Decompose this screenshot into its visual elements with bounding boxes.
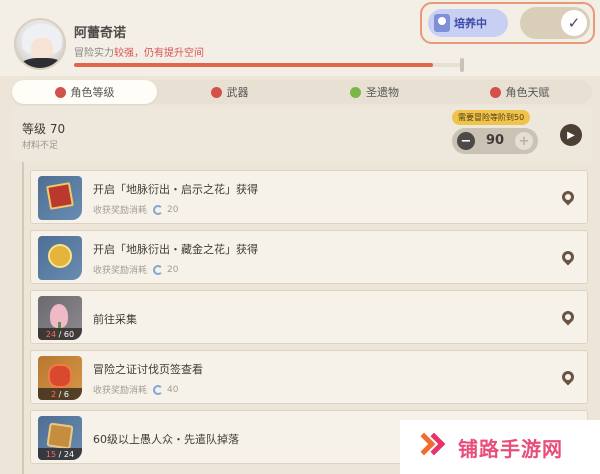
- item-title: 开启「地脉衍出・藏金之花」获得: [93, 243, 258, 256]
- progress-marker: [460, 58, 464, 72]
- cost-label: 收获奖励消耗: [93, 206, 148, 216]
- character-card-icon: [434, 14, 450, 32]
- location-pin-icon[interactable]: [559, 308, 577, 326]
- location-pin-icon[interactable]: [559, 248, 577, 266]
- cost-label: 收获奖励消耗: [93, 266, 148, 276]
- cost-value: 20: [167, 264, 179, 275]
- avatar-clothing: [20, 58, 64, 68]
- material-tabs: 角色等级 武器 圣遗物 角色天赋: [12, 80, 592, 104]
- checkmark-icon: ✓: [561, 10, 587, 36]
- cultivation-switch[interactable]: ✓: [520, 7, 590, 39]
- cost-value: 40: [167, 384, 179, 395]
- item-title: 冒险之证讨伐页签查看: [93, 363, 203, 376]
- location-pin-icon[interactable]: [559, 188, 577, 206]
- status-dot-icon: [54, 86, 66, 98]
- current-level: 等级 70: [22, 122, 66, 136]
- target-level-stepper: − 90 +: [452, 128, 538, 154]
- cultivating-badge[interactable]: 培养中: [428, 9, 508, 37]
- character-avatar[interactable]: [14, 18, 66, 70]
- status-dot-icon: [350, 86, 361, 98]
- cost-label: 收获奖励消耗: [93, 386, 148, 396]
- requirement-badge: 需要冒险等阶到50: [452, 110, 531, 125]
- list-rail: [22, 162, 24, 474]
- resin-icon: [153, 264, 164, 275]
- mora-icon: [38, 236, 82, 280]
- power-label: 冒险实力: [74, 48, 114, 59]
- site-watermark: 铺路手游网: [400, 420, 600, 474]
- flower-icon: 24 / 60: [38, 296, 82, 340]
- tab-talents[interactable]: 角色天赋: [447, 80, 592, 104]
- item-count: 2 / 6: [38, 388, 82, 400]
- character-name: 阿蕾奇诺: [74, 26, 127, 41]
- power-progress-bar: [74, 63, 464, 67]
- cultivating-label: 培养中: [454, 17, 487, 30]
- tab-label: 角色天赋: [505, 86, 550, 99]
- tab-label: 角色等级: [70, 86, 115, 99]
- list-item[interactable]: 24 / 60 前往采集: [30, 290, 588, 344]
- watermark-text: 铺路手游网: [458, 436, 563, 461]
- list-item[interactable]: 开启「地脉衍出・启示之花」获得 收获奖励消耗 20: [30, 170, 588, 224]
- item-count: 24 / 60: [38, 328, 82, 340]
- decrease-level-button[interactable]: −: [457, 132, 475, 150]
- list-item[interactable]: 2 / 6 冒险之证讨伐页签查看 收获奖励消耗 40: [30, 350, 588, 404]
- item-count: 15 / 24: [38, 448, 82, 460]
- book-icon: [38, 176, 82, 220]
- list-item[interactable]: 开启「地脉衍出・藏金之花」获得 收获奖励消耗 20: [30, 230, 588, 284]
- tab-character-level[interactable]: 角色等级: [12, 80, 157, 104]
- location-pin-icon[interactable]: [559, 368, 577, 386]
- increase-level-button[interactable]: +: [515, 132, 533, 150]
- item-title: 前往采集: [93, 313, 137, 326]
- item-cost: 收获奖励消耗 20: [93, 263, 178, 276]
- item-cost: 收获奖励消耗 20: [93, 203, 178, 216]
- power-rating: 冒险实力较强，仍有提升空间: [74, 44, 204, 59]
- avatar-face: [31, 38, 53, 60]
- level-panel: 等级 70 材料不足 需要冒险等阶到50 − 90 + ▶: [12, 106, 592, 162]
- chest-icon: 15 / 24: [38, 416, 82, 460]
- character-header: 阿蕾奇诺 冒险实力较强，仍有提升空间 培养中 ✓: [0, 0, 600, 76]
- watermark-logo-icon: [412, 430, 450, 464]
- tab-label: 圣遗物: [366, 86, 399, 99]
- status-dot-icon: [489, 86, 501, 98]
- play-icon[interactable]: ▶: [560, 124, 582, 146]
- resin-icon: [153, 204, 164, 215]
- target-level-value: 90: [485, 133, 505, 148]
- gem-icon: 2 / 6: [38, 356, 82, 400]
- power-progress-fill: [74, 63, 433, 67]
- item-title: 60级以上愚人众・先遣队掉落: [93, 433, 239, 446]
- tab-label: 武器: [226, 86, 249, 99]
- cost-value: 20: [167, 204, 179, 215]
- resin-icon: [153, 384, 164, 395]
- material-status: 材料不足: [22, 141, 59, 151]
- power-status: 较强，仍有提升空间: [114, 48, 204, 59]
- status-dot-icon: [210, 86, 222, 98]
- tab-weapon[interactable]: 武器: [157, 80, 302, 104]
- tab-artifacts[interactable]: 圣遗物: [302, 80, 447, 104]
- item-cost: 收获奖励消耗 40: [93, 383, 178, 396]
- item-title: 开启「地脉衍出・启示之花」获得: [93, 183, 258, 196]
